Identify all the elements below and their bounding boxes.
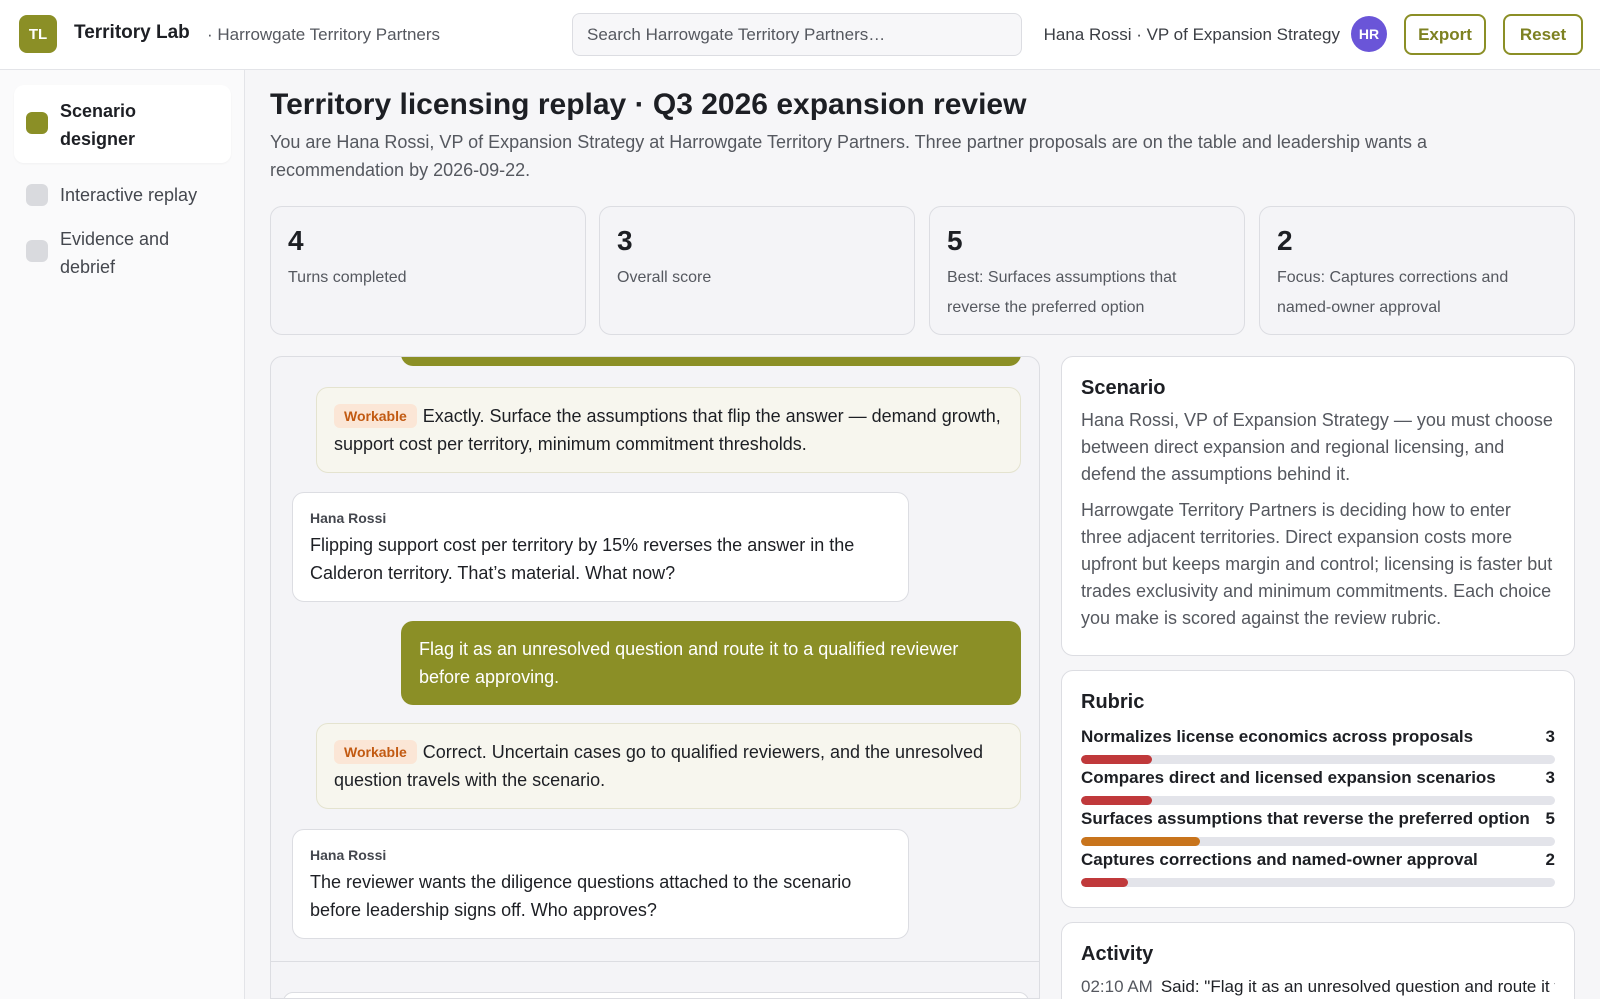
npc-message: Hana Rossi The reviewer wants the dilige… — [292, 829, 909, 939]
sidebar-item-evidence-debrief[interactable]: Evidence and debrief — [14, 223, 231, 301]
stat-label: Best: Surfaces assumptions that reverse … — [947, 269, 1177, 316]
org-breadcrumb[interactable]: · Harrowgate Territory Partners — [207, 25, 440, 45]
activity-text: Said: "Flag it as an unresolved question… — [1160, 977, 1555, 996]
coach-message: Workable Exactly. Surface the assumptions… — [316, 387, 1021, 473]
npc-name: Hana Rossi — [310, 510, 387, 526]
rubric-score: 2 — [1545, 850, 1555, 869]
stat-label: Turns completed — [288, 269, 407, 286]
stat-value: 3 — [617, 225, 633, 256]
panel-heading: Scenario — [1081, 377, 1166, 399]
nav-square-icon — [26, 184, 48, 206]
top-bar: TL Territory Lab · Harrowgate Territory … — [0, 0, 1600, 70]
activity-time: 02:10 AM — [1081, 977, 1153, 996]
rubric-row: Compares direct and licensed expansion s… — [1081, 766, 1555, 807]
rubric-panel: Rubric Normalizes license economics acro… — [1061, 670, 1575, 908]
npc-message-text: Flipping support cost per territory by 1… — [310, 535, 855, 583]
rubric-bar-track — [1081, 796, 1555, 805]
user-message: Flag it as an unresolved question and ro… — [401, 621, 1021, 705]
stat-card-overall-score: 3 Overall score — [599, 206, 915, 335]
rubric-label: Captures corrections and named-owner app… — [1081, 850, 1478, 869]
user-label: Hana Rossi · VP of Expansion Strategy — [1043, 25, 1340, 44]
user-message-text: Flag it as an unresolved question and ro… — [419, 639, 959, 687]
rubric-bar-track — [1081, 837, 1555, 846]
sidebar-item-interactive-replay[interactable]: Interactive replay — [14, 173, 231, 218]
stat-value: 4 — [288, 225, 304, 256]
sidebar-item-scenario-designer[interactable]: Scenario designer — [14, 85, 231, 163]
rubric-score: 3 — [1545, 727, 1555, 746]
stat-card-focus: 2 Focus: Captures corrections and named-… — [1259, 206, 1575, 335]
panel-heading: Rubric — [1081, 691, 1145, 713]
page-subtitle: You are Hana Rossi, VP of Expansion Stra… — [270, 132, 1427, 180]
app-title: Territory Lab — [74, 22, 190, 43]
stat-label: Focus: Captures corrections and named-ow… — [1277, 269, 1509, 316]
npc-message: Hana Rossi Flipping support cost per ter… — [292, 492, 909, 602]
search-input[interactable] — [572, 13, 1022, 56]
rubric-bar-fill — [1081, 796, 1153, 805]
rubric-bar-fill — [1081, 837, 1200, 846]
scenario-body: Harrowgate Territory Partners is decidin… — [1081, 500, 1553, 628]
page-title: Territory licensing replay · Q3 2026 exp… — [270, 88, 1027, 121]
rubric-bar-fill — [1081, 755, 1153, 764]
activity-item: 02:10 AM Said: "Flag it as an unresolved … — [1081, 975, 1555, 999]
nav-square-icon — [26, 240, 48, 262]
scenario-panel: Scenario Hana Rossi, VP of Expansion Str… — [1061, 356, 1575, 656]
stat-value: 5 — [947, 225, 963, 256]
stat-card-best: 5 Best: Surfaces assumptions that revers… — [929, 206, 1245, 335]
sidebar-item-label: Interactive replay — [60, 185, 198, 205]
npc-name: Hana Rossi — [310, 847, 387, 863]
avatar[interactable]: HR — [1351, 16, 1387, 52]
activity-panel: Activity 02:10 AM Said: "Flag it as an un… — [1061, 922, 1575, 999]
stat-value: 2 — [1277, 225, 1293, 256]
sidebar: Scenario designer Interactive replay Evi… — [0, 70, 245, 999]
rubric-row: Captures corrections and named-owner app… — [1081, 848, 1555, 889]
status-badge: Workable — [334, 740, 417, 764]
reset-button[interactable]: Reset — [1503, 14, 1583, 55]
rubric-bar-fill — [1081, 878, 1129, 887]
nav-square-icon — [26, 112, 48, 134]
scenario-intro: Hana Rossi, VP of Expansion Strategy — y… — [1081, 410, 1553, 484]
npc-message-text: The reviewer wants the diligence questio… — [310, 872, 852, 920]
coach-message: Workable Correct. Uncertain cases go to q… — [316, 723, 1021, 809]
reply-composer[interactable] — [283, 992, 1029, 998]
rubric-score: 3 — [1545, 768, 1555, 787]
rubric-score: 5 — [1545, 809, 1555, 828]
stat-card-turns: 4 Turns completed — [270, 206, 586, 335]
stat-label: Overall score — [617, 269, 712, 286]
rubric-bar-track — [1081, 755, 1555, 764]
sidebar-item-label: Evidence and debrief — [60, 229, 170, 277]
status-badge: Workable — [334, 404, 417, 428]
panel-heading: Activity — [1081, 943, 1154, 965]
transcript-panel[interactable]: Workable Exactly. Surface the assumptions… — [270, 356, 1040, 999]
app-logo: TL — [19, 15, 57, 53]
rubric-bar-track — [1081, 878, 1555, 887]
rubric-row: Normalizes license economics across prop… — [1081, 725, 1555, 766]
sidebar-item-label: Scenario designer — [60, 101, 137, 149]
export-button[interactable]: Export — [1404, 14, 1486, 55]
user-message-partial — [401, 357, 1021, 366]
coach-message-text: Correct. Uncertain cases go to qualified… — [334, 742, 984, 790]
divider — [271, 961, 1039, 962]
coach-message-text: Exactly. Surface the assumptions that fl… — [334, 406, 1001, 454]
rubric-label: Normalizes license economics across prop… — [1081, 727, 1474, 746]
rubric-row: Surfaces assumptions that reverse the pr… — [1081, 807, 1555, 848]
rubric-label: Surfaces assumptions that reverse the pr… — [1081, 809, 1530, 828]
rubric-label: Compares direct and licensed expansion s… — [1081, 768, 1496, 787]
